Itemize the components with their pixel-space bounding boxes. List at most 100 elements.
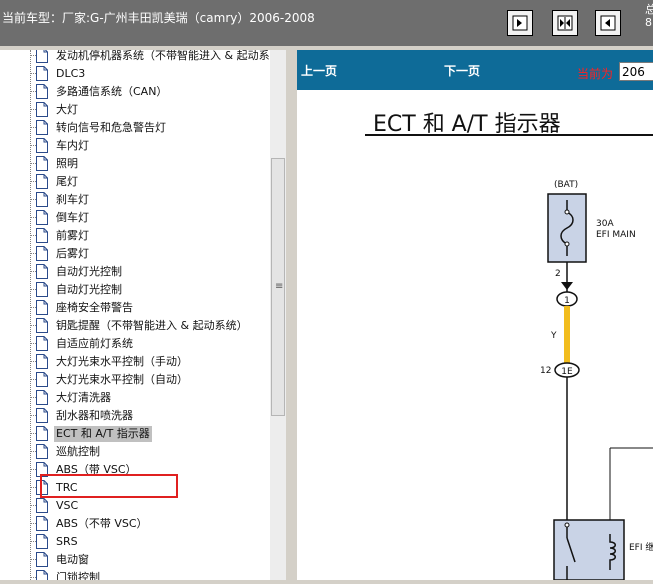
window-title: 当前车型：厂家:G-广州丰田凯美瑞（camry）2006-2008 xyxy=(2,11,315,25)
tree-item[interactable]: 前雾灯 xyxy=(30,227,270,245)
document-icon xyxy=(36,102,48,117)
tree-item[interactable]: SRS xyxy=(30,533,270,551)
tree-item-label: ABS（不带 VSC） xyxy=(56,517,148,530)
tree-item[interactable]: 刹车灯 xyxy=(30,191,270,209)
yellow-wire xyxy=(564,306,570,364)
tree-item[interactable]: 大灯光束水平控制（自动） xyxy=(30,371,270,389)
document-icon xyxy=(36,444,48,459)
document-icon xyxy=(36,138,48,153)
document-icon xyxy=(36,210,48,225)
collapse-left-icon[interactable] xyxy=(595,10,621,36)
tree-item-label: 尾灯 xyxy=(56,175,78,188)
tree-item-label: SRS xyxy=(56,535,78,548)
connector-1-label: 1 xyxy=(564,296,570,306)
document-icon xyxy=(36,50,48,63)
tree-item-label: 巡航控制 xyxy=(56,445,100,458)
page-nav-bar: 上一页 下一页 当前为 xyxy=(297,50,653,90)
current-page-input[interactable] xyxy=(619,62,653,81)
tree-item-label: VSC xyxy=(56,499,79,512)
tree-item[interactable]: 大灯 xyxy=(30,101,270,119)
tree-item-label: 照明 xyxy=(56,157,78,170)
corner-text: 总 8 xyxy=(645,3,653,29)
tree-item-label: 车内灯 xyxy=(56,139,89,152)
document-icon xyxy=(36,570,48,580)
document-icon xyxy=(36,318,48,333)
document-icon xyxy=(36,534,48,549)
tree-item-label: 电动窗 xyxy=(56,553,89,566)
tree-item[interactable]: 后雾灯 xyxy=(30,245,270,263)
title-bar: 当前车型：厂家:G-广州丰田凯美瑞（camry）2006-2008 总 8 xyxy=(0,0,653,46)
tree-item[interactable]: 巡航控制 xyxy=(30,443,270,461)
tree-item[interactable]: 自动灯光控制 xyxy=(30,281,270,299)
wire-color-label: Y xyxy=(550,331,557,341)
wiring-diagram-page: ECT 和 A/T 指示器 (BAT) 30A EFI MAIN 2 1 Y 1… xyxy=(297,90,653,580)
efi-relay-box xyxy=(553,519,625,580)
tree-item-label: 发动机停机器系统（不带智能进入 & 起动系 xyxy=(56,50,270,62)
tree-item[interactable]: 门锁控制 xyxy=(30,569,270,580)
tree-item[interactable]: 大灯光束水平控制（手动） xyxy=(30,353,270,371)
tree-item-label: 大灯光束水平控制（手动） xyxy=(56,355,188,368)
document-icon xyxy=(36,390,48,405)
document-icon xyxy=(36,408,48,423)
tree-item-label: 大灯清洗器 xyxy=(56,391,111,404)
document-icon xyxy=(36,336,48,351)
tree-item[interactable]: 电动窗 xyxy=(30,551,270,569)
document-icon xyxy=(36,516,48,531)
tree-item[interactable]: VSC xyxy=(30,497,270,515)
next-page-link[interactable]: 下一页 xyxy=(444,62,480,79)
relay-label: EFI 继 xyxy=(629,541,653,553)
tree-item[interactable]: 自动灯光控制 xyxy=(30,263,270,281)
tree-item[interactable]: 发动机停机器系统（不带智能进入 & 起动系 xyxy=(30,50,270,65)
document-icon xyxy=(36,498,48,513)
document-icon xyxy=(36,84,48,99)
tree-item[interactable]: 刮水器和喷洗器 xyxy=(30,407,270,425)
tree-item[interactable]: 车内灯 xyxy=(30,137,270,155)
tree-item-label: DLC3 xyxy=(56,67,86,80)
tree-item-label: 前雾灯 xyxy=(56,229,89,242)
document-icon xyxy=(36,300,48,315)
document-icon xyxy=(36,426,48,441)
tree-item[interactable]: 大灯清洗器 xyxy=(30,389,270,407)
tree-item-label: 刮水器和喷洗器 xyxy=(56,409,133,422)
tree-item-label: 门锁控制 xyxy=(56,571,100,580)
tree-item[interactable]: 钥匙提醒（不带智能进入 & 起动系统） xyxy=(30,317,270,335)
tree-item-label: 倒车灯 xyxy=(56,211,89,224)
tree-item[interactable]: DLC3 xyxy=(30,65,270,83)
tree-item-label: 多路通信系统（CAN） xyxy=(56,85,168,98)
tree-item[interactable]: 倒车灯 xyxy=(30,209,270,227)
selection-highlight-box xyxy=(40,474,178,498)
tree-item[interactable]: 多路通信系统（CAN） xyxy=(30,83,270,101)
panel-splitter[interactable] xyxy=(286,50,297,580)
tree-item[interactable]: 尾灯 xyxy=(30,173,270,191)
tree-item-label: ECT 和 A/T 指示器 xyxy=(54,426,152,442)
tree-item[interactable]: 转向信号和危急警告灯 xyxy=(30,119,270,137)
document-icon xyxy=(36,192,48,207)
document-icon xyxy=(36,66,48,81)
document-icon xyxy=(36,282,48,297)
tree-item-label: 自动灯光控制 xyxy=(56,265,122,278)
document-icon xyxy=(36,156,48,171)
document-icon xyxy=(36,120,48,135)
current-page-label: 当前为 xyxy=(577,67,614,81)
document-icon xyxy=(36,246,48,261)
expand-both-icon[interactable] xyxy=(552,10,578,36)
pin-2-label: 2 xyxy=(555,269,561,279)
tree-item-label: 大灯 xyxy=(56,103,78,116)
document-icon xyxy=(36,372,48,387)
tree-item-label: 钥匙提醒（不带智能进入 & 起动系统） xyxy=(56,319,248,332)
tree-item[interactable]: ABS（不带 VSC） xyxy=(30,515,270,533)
fuse-amp-label: 30A xyxy=(596,219,614,229)
tree-scrollbar[interactable]: ≡ xyxy=(270,50,286,580)
expand-right-icon[interactable] xyxy=(507,10,533,36)
tree-item[interactable]: 自适应前灯系统 xyxy=(30,335,270,353)
prev-page-link[interactable]: 上一页 xyxy=(301,62,337,79)
tree-item[interactable]: 照明 xyxy=(30,155,270,173)
tree-scroll-thumb[interactable]: ≡ xyxy=(271,158,285,416)
bat-label: (BAT) xyxy=(554,180,578,190)
document-icon xyxy=(36,174,48,189)
tree-item-label: 自适应前灯系统 xyxy=(56,337,133,350)
fuse-name-label: EFI MAIN xyxy=(596,230,636,240)
document-icon xyxy=(36,552,48,567)
tree-item[interactable]: 座椅安全带警告 xyxy=(30,299,270,317)
tree-item[interactable]: ECT 和 A/T 指示器 xyxy=(30,425,270,443)
